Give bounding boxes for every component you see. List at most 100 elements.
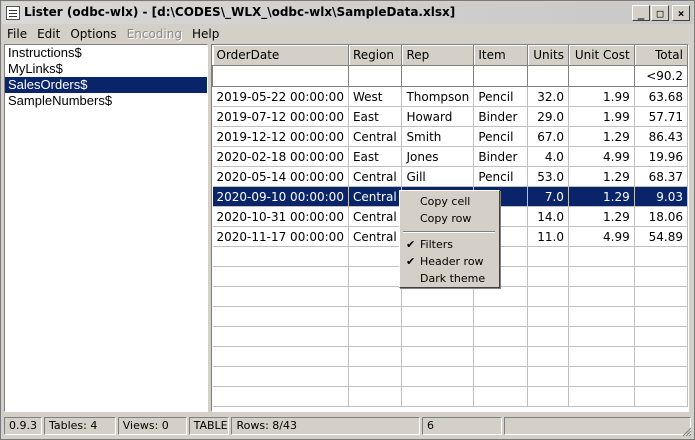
column-header[interactable]: Units — [527, 45, 569, 66]
filter-cell[interactable] — [567, 65, 635, 87]
table-cell[interactable]: 2020-09-10 00:00:00 — [212, 186, 349, 207]
table-cell[interactable]: Central — [348, 226, 403, 247]
table-cell[interactable]: Thompson — [401, 86, 475, 107]
table-cell[interactable]: Jones — [401, 146, 475, 167]
empty-cell — [212, 306, 349, 327]
column-header[interactable]: Rep — [401, 45, 475, 66]
copy-row-item[interactable]: Copy row — [401, 210, 498, 227]
menu-options[interactable]: Options — [65, 27, 121, 41]
empty-cell — [401, 346, 475, 367]
table-cell[interactable]: 2020-10-31 00:00:00 — [212, 206, 349, 227]
table-cell[interactable]: 7.0 — [527, 186, 569, 207]
empty-cell — [568, 366, 635, 387]
table-cell[interactable]: Smith — [401, 126, 475, 147]
maximize-button[interactable]: □ — [651, 5, 669, 21]
table-cell[interactable]: 1.29 — [568, 206, 635, 227]
empty-cell — [568, 266, 635, 287]
table-cell[interactable]: 1.29 — [568, 126, 635, 147]
empty-cell — [527, 386, 569, 407]
table-cell[interactable]: 4.0 — [527, 146, 569, 167]
table-row[interactable]: 2020-02-18 00:00:00 East Jones Binder 4.0 4.9… — [212, 146, 688, 167]
table-cell[interactable]: Central — [348, 166, 403, 187]
table-row[interactable]: 2019-07-12 00:00:00 East Howard Binder 29.0 1… — [212, 106, 688, 127]
table-cell[interactable]: 2020-02-18 00:00:00 — [212, 146, 349, 167]
resize-grip-icon[interactable] — [682, 427, 692, 437]
minimize-button[interactable]: _ — [632, 5, 650, 21]
table-cell[interactable]: Pencil — [473, 166, 529, 187]
filters-item[interactable]: ✔ Filters — [401, 236, 498, 253]
table-cell[interactable]: 67.0 — [527, 126, 569, 147]
copy-cell-item[interactable]: Copy cell — [401, 193, 498, 210]
empty-cell — [527, 266, 569, 287]
filter-cell[interactable] — [473, 65, 529, 87]
column-header[interactable]: OrderDate — [212, 45, 349, 66]
table-cell[interactable]: 19.96 — [634, 146, 688, 167]
table-cell[interactable]: 1.99 — [568, 86, 635, 107]
table-cell[interactable]: 18.06 — [634, 206, 688, 227]
table-row[interactable]: 2019-05-22 00:00:00 West Thompson Pencil 32.… — [212, 86, 688, 107]
filter-cell[interactable]: <90.2 — [633, 65, 688, 87]
table-cell[interactable]: 11.0 — [527, 226, 569, 247]
table-cell[interactable]: Gill — [401, 166, 475, 187]
table-cell[interactable]: 9.03 — [634, 186, 688, 207]
table-cell[interactable]: West — [348, 86, 403, 107]
table-row[interactable]: 2020-05-14 00:00:00 Central Gill Pencil 53.0… — [212, 166, 688, 187]
filter-cell[interactable] — [527, 65, 569, 87]
table-list-item[interactable]: MyLinks$ — [5, 61, 207, 77]
table-cell[interactable]: 1.29 — [568, 186, 635, 207]
table-cell[interactable]: East — [348, 106, 403, 127]
table-cell[interactable]: 4.99 — [568, 226, 635, 247]
table-cell[interactable]: East — [348, 146, 403, 167]
empty-cell — [348, 286, 403, 307]
table-cell[interactable]: 86.43 — [634, 126, 688, 147]
table-cell[interactable]: Binder — [473, 106, 529, 127]
column-header[interactable]: Total — [634, 45, 688, 66]
table-cell[interactable]: Central — [348, 126, 403, 147]
table-list[interactable]: Instructions$ MyLinks$ SalesOrders$ SampleN… — [4, 44, 208, 412]
table-cell[interactable]: 32.0 — [527, 86, 569, 107]
table-cell[interactable]: Howard — [401, 106, 475, 127]
menu-encoding[interactable]: Encoding — [122, 27, 187, 41]
column-header[interactable]: Unit Cost — [568, 45, 635, 66]
table-cell[interactable]: 2020-05-14 00:00:00 — [212, 166, 349, 187]
title-bar[interactable]: Lister (odbc-wlx) - [d:\CODES\_WLX_\odbc… — [2, 2, 693, 24]
table-cell[interactable]: Pencil — [473, 126, 529, 147]
table-cell[interactable]: 2020-11-17 00:00:00 — [212, 226, 349, 247]
status-views: Views: 0 — [117, 417, 187, 435]
menu-bar: File Edit Options Encoding Help — [2, 25, 693, 43]
table-cell[interactable]: 54.89 — [634, 226, 688, 247]
table-cell[interactable]: 4.99 — [568, 146, 635, 167]
table-cell[interactable]: 14.0 — [527, 206, 569, 227]
table-cell[interactable]: 2019-05-22 00:00:00 — [212, 86, 349, 107]
table-list-item[interactable]: SalesOrders$ — [5, 77, 207, 93]
column-header[interactable]: Item — [473, 45, 529, 66]
dark-theme-item[interactable]: Dark theme — [401, 270, 498, 287]
table-cell[interactable]: 53.0 — [527, 166, 569, 187]
table-list-item[interactable]: Instructions$ — [5, 45, 207, 61]
table-cell[interactable]: 1.29 — [568, 166, 635, 187]
table-cell[interactable]: Central — [348, 206, 403, 227]
table-cell[interactable]: 63.68 — [634, 86, 688, 107]
table-row[interactable]: 2019-12-12 00:00:00 Central Smith Pencil 67.… — [212, 126, 688, 147]
column-header[interactable]: Region — [348, 45, 403, 66]
status-type: TABLE — [188, 417, 230, 435]
close-button[interactable]: × — [672, 5, 690, 21]
table-cell[interactable]: 2019-12-12 00:00:00 — [212, 126, 349, 147]
table-cell[interactable]: 29.0 — [527, 106, 569, 127]
filter-cell[interactable] — [212, 65, 349, 87]
empty-cell — [634, 246, 688, 267]
table-cell[interactable]: Central — [348, 186, 403, 207]
filter-cell[interactable] — [347, 65, 403, 87]
menu-edit[interactable]: Edit — [32, 27, 65, 41]
header-row-item[interactable]: ✔ Header row — [401, 253, 498, 270]
filter-cell[interactable] — [401, 65, 475, 87]
table-cell[interactable]: Pencil — [473, 86, 529, 107]
table-cell[interactable]: Binder — [473, 146, 529, 167]
table-cell[interactable]: 57.71 — [634, 106, 688, 127]
table-cell[interactable]: 1.99 — [568, 106, 635, 127]
table-cell[interactable]: 68.37 — [634, 166, 688, 187]
table-list-item[interactable]: SampleNumbers$ — [5, 93, 207, 109]
menu-help[interactable]: Help — [187, 27, 224, 41]
table-cell[interactable]: 2019-07-12 00:00:00 — [212, 106, 349, 127]
menu-file[interactable]: File — [2, 27, 32, 41]
